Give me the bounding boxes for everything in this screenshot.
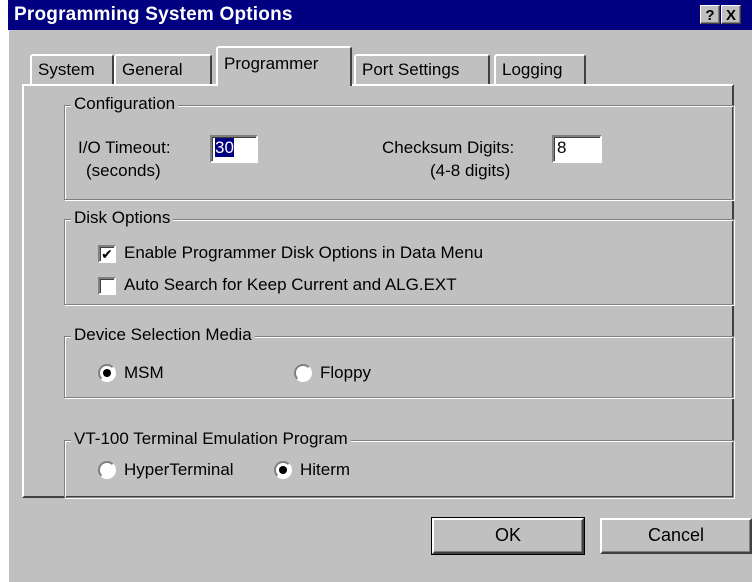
tab-general[interactable]: General <box>114 54 212 86</box>
programming-system-options-dialog: Programming System Options ? X System Ge… <box>8 0 752 582</box>
tab-programmer[interactable]: Programmer <box>216 46 352 86</box>
tab-port-settings[interactable]: Port Settings <box>354 54 490 86</box>
hiterm-radio[interactable] <box>274 461 292 479</box>
io-timeout-unit-label: (seconds) <box>86 161 161 180</box>
configuration-group-label: Configuration <box>71 94 179 114</box>
auto-search-label[interactable]: Auto Search for Keep Current and ALG.EXT <box>124 275 457 295</box>
enable-disk-options-checkbox[interactable]: ✔ <box>98 245 116 263</box>
ok-button[interactable]: OK <box>431 517 585 555</box>
io-timeout-label: I/O Timeout: <box>78 138 171 157</box>
tab-system[interactable]: System <box>30 54 114 86</box>
auto-search-checkbox[interactable] <box>98 277 116 295</box>
title-bar[interactable]: Programming System Options ? X <box>8 0 752 30</box>
checksum-digits-label: Checksum Digits: <box>382 138 515 157</box>
disk-options-group-label: Disk Options <box>71 208 174 228</box>
enable-disk-options-label[interactable]: Enable Programmer Disk Options in Data M… <box>124 243 483 263</box>
io-timeout-value: 30 <box>215 138 234 157</box>
device-selection-group: Device Selection Media <box>64 325 734 398</box>
checksum-digits-value: 8 <box>557 138 567 157</box>
msm-label[interactable]: MSM <box>124 363 164 383</box>
hyperterminal-label[interactable]: HyperTerminal <box>124 460 234 480</box>
cancel-button[interactable]: Cancel <box>600 518 752 554</box>
radio-selected-dot <box>279 466 287 474</box>
hyperterminal-radio[interactable] <box>98 461 116 479</box>
floppy-radio[interactable] <box>294 364 312 382</box>
help-button[interactable]: ? <box>700 5 720 24</box>
io-timeout-input[interactable]: 30 <box>210 135 258 163</box>
programmer-tab-panel: Configuration I/O Timeout: (seconds) 30 … <box>22 84 734 498</box>
floppy-label[interactable]: Floppy <box>320 363 371 383</box>
checksum-digits-input[interactable]: 8 <box>552 135 602 163</box>
checksum-digits-range-label: (4-8 digits) <box>430 161 511 180</box>
check-mark-icon: ✔ <box>101 246 113 262</box>
vt100-group-label: VT-100 Terminal Emulation Program <box>71 429 351 449</box>
close-button[interactable]: X <box>721 5 741 24</box>
tab-logging[interactable]: Logging <box>494 54 586 86</box>
hiterm-label[interactable]: Hiterm <box>300 460 350 480</box>
msm-radio[interactable] <box>98 364 116 382</box>
window-title: Programming System Options <box>14 4 293 25</box>
radio-selected-dot <box>103 369 111 377</box>
device-selection-group-label: Device Selection Media <box>71 325 255 345</box>
